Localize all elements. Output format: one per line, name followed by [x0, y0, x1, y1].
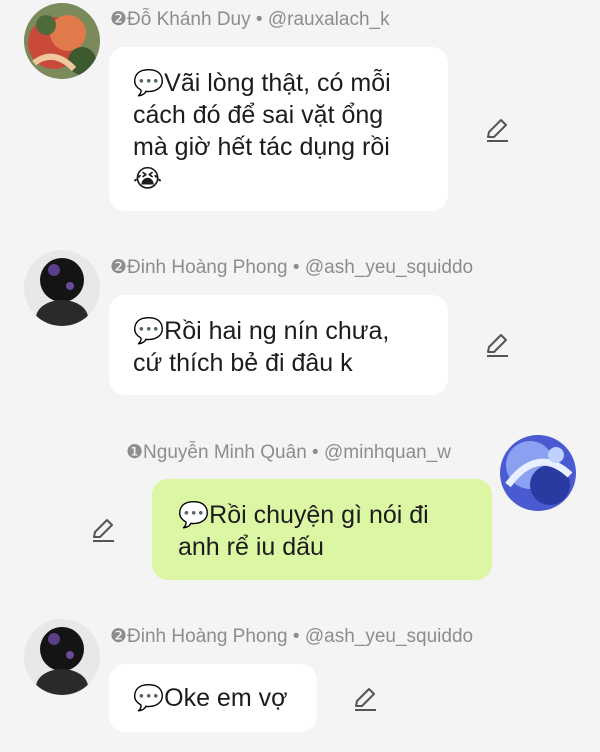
message-meta: ❷Đinh Hoàng Phong • @ash_yeu_squiddo — [110, 625, 473, 648]
message-bubble[interactable]: 💬Rồi chuyện gì nói đi anh rể iu dấu — [152, 479, 492, 580]
message-line: cứ thích bẻ đi đâu k — [133, 349, 353, 377]
rank-badge: ❷ — [110, 257, 128, 278]
speech-bubble-icon: 💬 — [178, 501, 210, 529]
message-line: mà giờ hết tác dụng rồi — [133, 133, 390, 161]
separator-dot: • — [255, 9, 263, 30]
edit-pencil-icon[interactable] — [484, 117, 510, 143]
message-line: Rồi chuyện gì nói đi — [209, 501, 429, 529]
sender-name[interactable]: Đinh Hoàng Phong — [127, 257, 288, 278]
avatar[interactable] — [24, 619, 100, 695]
message-item: ❷Đinh Hoàng Phong • @ash_yeu_squiddo 💬Rồ… — [0, 245, 600, 405]
edit-pencil-icon[interactable] — [352, 686, 378, 712]
separator-dot: • — [312, 442, 319, 463]
separator-dot: • — [292, 626, 300, 647]
sender-name[interactable]: Đỗ Khánh Duy — [127, 9, 251, 30]
message-line: anh rể iu dấu — [178, 533, 324, 561]
avatar[interactable] — [24, 3, 100, 79]
separator-dot: • — [292, 257, 300, 278]
message-line: Oke em vợ — [164, 684, 288, 712]
sender-handle[interactable]: @ash_yeu_squiddo — [305, 626, 473, 647]
avatar[interactable] — [24, 250, 100, 326]
message-line: Rồi hai ng nín chưa, — [164, 317, 390, 345]
rank-badge: ❷ — [110, 9, 128, 30]
sender-name[interactable]: Đinh Hoàng Phong — [127, 626, 288, 647]
speech-bubble-icon: 💬 — [133, 317, 165, 345]
speech-bubble-icon: 💬 — [133, 684, 165, 712]
sender-handle[interactable]: @rauxalach_k — [268, 9, 390, 30]
message-item: ❷Đỗ Khánh Duy • @rauxalach_k 💬Vãi lòng t… — [0, 0, 600, 230]
crying-emoji: 😭 — [133, 165, 163, 193]
rank-badge: ❷ — [110, 626, 128, 647]
avatar[interactable] — [500, 435, 576, 511]
message-meta: ❶Nguyễn Minh Quân • @minhquan_w — [126, 441, 451, 464]
message-line: Vãi lòng thật, có mỗi — [164, 69, 391, 97]
message-meta: ❷Đinh Hoàng Phong • @ash_yeu_squiddo — [110, 256, 473, 279]
sender-handle[interactable]: @minhquan_w — [324, 442, 451, 463]
message-bubble[interactable]: 💬Oke em vợ — [109, 664, 317, 732]
speech-bubble-icon: 💬 — [133, 69, 165, 97]
sender-handle[interactable]: @ash_yeu_squiddo — [305, 257, 473, 278]
message-meta: ❷Đỗ Khánh Duy • @rauxalach_k — [110, 8, 390, 31]
rank-badge: ❶ — [126, 442, 144, 463]
edit-pencil-icon[interactable] — [90, 517, 116, 543]
edit-pencil-icon[interactable] — [484, 332, 510, 358]
message-line: cách đó để sai vặt ổng — [133, 101, 384, 129]
sender-name[interactable]: Nguyễn Minh Quân — [143, 442, 307, 463]
message-item: ❶Nguyễn Minh Quân • @minhquan_w 💬Rồi chu… — [0, 430, 600, 590]
message-item: ❷Đinh Hoàng Phong • @ash_yeu_squiddo 💬Ok… — [0, 614, 600, 752]
message-bubble[interactable]: 💬Rồi hai ng nín chưa, cứ thích bẻ đi đâu… — [109, 295, 448, 395]
message-bubble[interactable]: 💬Vãi lòng thật, có mỗi cách đó để sai vặ… — [109, 47, 448, 211]
